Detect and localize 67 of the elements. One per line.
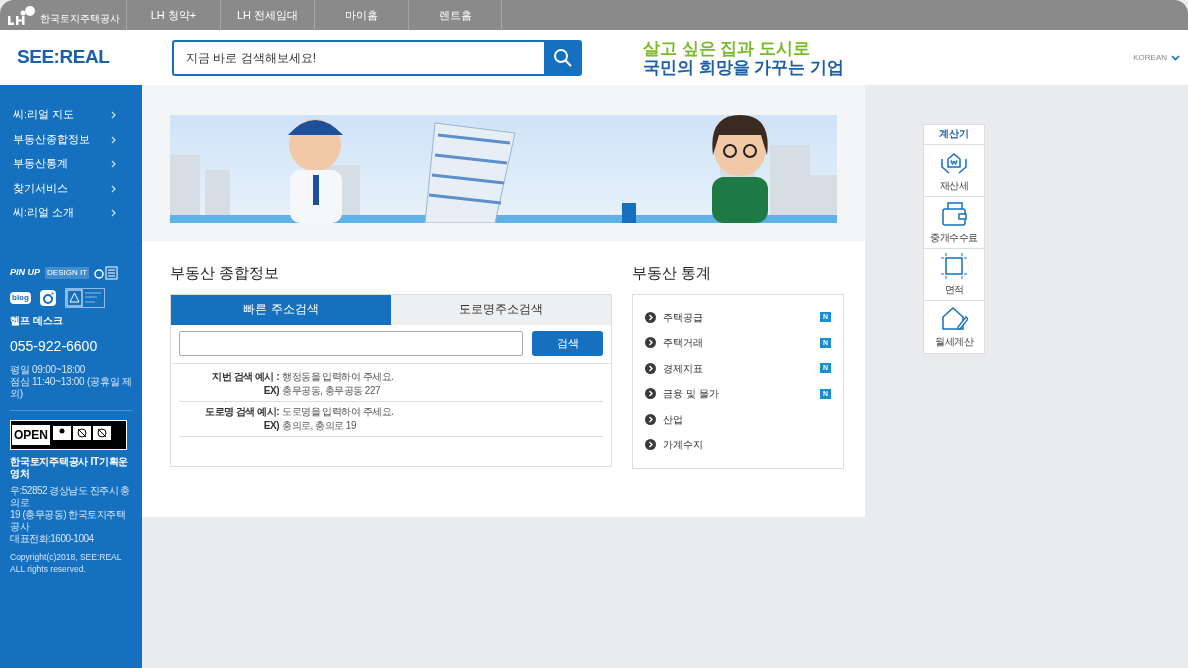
chevron-right-icon bbox=[111, 135, 116, 144]
example-label: EX) bbox=[262, 383, 279, 398]
calculator-item[interactable]: 중개수수료 bbox=[924, 197, 984, 249]
calculator-item[interactable]: 면적 bbox=[924, 249, 984, 301]
chevron-circle-icon bbox=[645, 362, 656, 374]
example-text: 충의로, 충의로 19 bbox=[282, 418, 357, 433]
example-text: 행정동을 입력하여 주세요. bbox=[282, 369, 395, 384]
example-label: 지번 검색 예시 : bbox=[211, 369, 279, 384]
site-logo[interactable]: SEE:REAL bbox=[0, 43, 172, 72]
address-text: 대표전화:1600-1004 bbox=[10, 532, 95, 545]
hours-text: 점심 11:40~13:00 (공휴일 제외) bbox=[10, 375, 132, 400]
chevron-circle-icon bbox=[645, 337, 656, 349]
sidebar-item[interactable]: 부동산종합정보 bbox=[10, 127, 132, 152]
award-label: DESIGN IT bbox=[45, 266, 90, 279]
open-license-badge: OPEN bbox=[10, 419, 127, 450]
lh-logo-icon bbox=[6, 4, 38, 26]
chevron-down-icon bbox=[1171, 54, 1180, 61]
chevron-circle-icon bbox=[645, 311, 656, 323]
certification-mark-icon bbox=[64, 287, 105, 308]
square-dimensions-icon bbox=[940, 252, 968, 279]
sidebar-item[interactable]: 부동산통계 bbox=[10, 152, 132, 177]
help-desk-title: 헬프 데스크 bbox=[10, 313, 64, 328]
award-logos-icon bbox=[94, 265, 119, 280]
instagram-icon bbox=[38, 288, 57, 307]
logo-caption: 한국토지주택공사 bbox=[40, 14, 120, 24]
calculator-title: 계산기 bbox=[924, 125, 984, 145]
stats-link[interactable]: 산업 bbox=[645, 406, 831, 432]
search-icon bbox=[553, 47, 573, 68]
chevron-right-icon bbox=[111, 160, 116, 169]
example-label: 도로명 검색 예시: bbox=[204, 404, 279, 419]
search-button[interactable] bbox=[544, 39, 582, 76]
chevron-circle-icon bbox=[645, 439, 656, 451]
example-label: EX) bbox=[262, 418, 279, 433]
blog-link[interactable]: blog bbox=[10, 291, 31, 304]
sidebar-item[interactable]: 씨:리얼 소개 bbox=[10, 201, 132, 226]
chevron-circle-icon bbox=[645, 388, 656, 400]
chevron-right-icon bbox=[111, 184, 116, 193]
example-text: 충무공동, 충무공동 227 bbox=[282, 383, 382, 398]
slogan-text: 국민의 희망을 가꾸는 기업 bbox=[643, 57, 845, 77]
chevron-circle-icon bbox=[645, 413, 656, 425]
section-title: 부동산 통계 bbox=[632, 263, 713, 283]
copyright-text: ALL rights reserved. bbox=[10, 562, 87, 575]
sidebar-item[interactable]: 찾기서비스 bbox=[10, 176, 132, 201]
phone-number: 055-922-6600 bbox=[10, 336, 99, 356]
address-text: 19 (충무공동) 한국토지주택공사 bbox=[10, 508, 127, 533]
calculator-item[interactable]: 재산세 bbox=[924, 145, 984, 197]
slogan-text: 살고 싶은 집과 도시로 bbox=[643, 38, 812, 58]
copyright-text: Copyright(c)2018, SEE:REAL bbox=[10, 550, 123, 563]
language-selector[interactable]: KOREAN bbox=[1133, 51, 1180, 64]
search-field[interactable]: 지금 바로 검색해보세요! bbox=[172, 39, 544, 76]
search-button[interactable]: 검색 bbox=[532, 331, 603, 356]
organization-name: 한국토지주택공사 IT기획운영처 bbox=[10, 455, 130, 480]
calculator-item[interactable]: 월세계산 bbox=[924, 301, 984, 353]
address-text: 우:52852 경상남도 진주시 충의로 bbox=[10, 484, 131, 509]
hours-text: 평일 09:00~18:00 bbox=[10, 363, 87, 376]
stats-link[interactable]: 가계수지 bbox=[645, 432, 831, 458]
chevron-right-icon bbox=[111, 111, 116, 120]
wallet-icon bbox=[940, 200, 968, 227]
section-title: 부동산 종합정보 bbox=[170, 263, 281, 283]
example-text: 도로명을 입력하여 주세요. bbox=[282, 404, 395, 419]
house-pencil-icon bbox=[940, 305, 968, 331]
address-input[interactable] bbox=[179, 331, 523, 356]
sidebar-item[interactable]: 씨:리얼 지도 bbox=[10, 103, 132, 128]
search-tab[interactable]: 도로명주소검색 bbox=[391, 294, 611, 325]
search-tab[interactable]: 빠른 주소검색 bbox=[171, 294, 391, 325]
award-text: PIN UP bbox=[10, 268, 40, 277]
chevron-right-icon bbox=[111, 209, 116, 218]
